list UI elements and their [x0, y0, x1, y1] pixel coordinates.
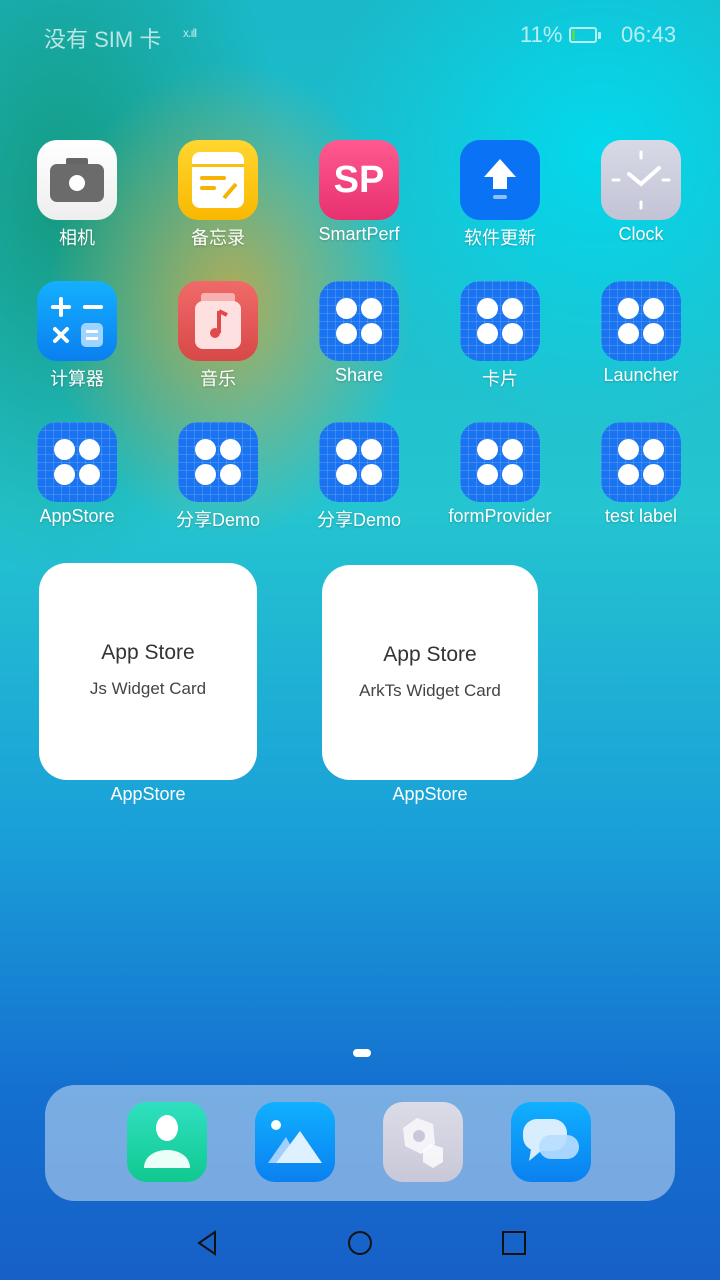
app-label: 备忘录 — [191, 228, 245, 248]
widget-label: AppStore — [110, 784, 186, 804]
smartperf-icon: SP — [319, 140, 399, 220]
battery-percent: 11% — [520, 22, 563, 47]
app-share-demo-2[interactable]: 分享Demo — [304, 422, 414, 532]
calculator-icon — [37, 281, 117, 361]
contacts-icon[interactable] — [127, 1102, 207, 1182]
app-label: Launcher — [603, 365, 679, 385]
app-share-demo-1[interactable]: 分享Demo — [163, 422, 273, 532]
app-software-update[interactable]: 软件更新 — [445, 140, 555, 250]
widget-subtitle: ArkTs Widget Card — [359, 681, 501, 700]
gallery-icon[interactable] — [255, 1102, 335, 1182]
app-default-icon — [178, 422, 258, 502]
notes-icon — [178, 140, 258, 220]
app-label: 计算器 — [50, 369, 104, 389]
app-default-icon — [601, 281, 681, 361]
app-notes[interactable]: 备忘录 — [163, 140, 273, 250]
app-launcher[interactable]: Launcher — [586, 281, 696, 386]
app-label: test label — [604, 506, 678, 526]
dock — [45, 1085, 675, 1201]
app-label: formProvider — [448, 506, 552, 526]
app-clock[interactable]: Clock — [586, 140, 696, 245]
app-default-icon — [460, 281, 540, 361]
battery-icon — [569, 27, 601, 43]
app-calculator[interactable]: 计算器 — [22, 281, 132, 391]
app-card[interactable]: 卡片 — [445, 281, 555, 391]
widget-subtitle: Js Widget Card — [89, 679, 207, 698]
app-label: 分享Demo — [175, 510, 260, 530]
widget-title: App Store — [101, 641, 195, 664]
app-camera[interactable]: 相机 — [22, 140, 132, 250]
camera-icon — [37, 140, 117, 220]
app-label: AppStore — [39, 506, 115, 526]
carrier-text: 没有 SIM 卡 — [44, 27, 162, 52]
home-icon[interactable] — [345, 1228, 375, 1258]
arkts-widget-card[interactable]: App Store ArkTs Widget Card — [322, 565, 538, 780]
app-label: SmartPerf — [318, 224, 400, 244]
update-icon — [460, 140, 540, 220]
status-bar: 没有 SIM 卡 x.ıll 11% 06:43 — [0, 20, 720, 52]
app-appstore[interactable]: AppStore — [22, 422, 132, 527]
settings-icon[interactable] — [383, 1102, 463, 1182]
widget-title: App Store — [383, 643, 477, 666]
recents-icon[interactable] — [499, 1228, 529, 1258]
app-default-icon — [460, 422, 540, 502]
app-label: 音乐 — [200, 369, 236, 389]
page-indicator[interactable] — [353, 1049, 371, 1057]
app-label: 卡片 — [482, 369, 518, 389]
signal-icon: x.ıll — [183, 26, 197, 40]
widget-label: AppStore — [392, 784, 468, 804]
music-icon — [178, 281, 258, 361]
app-test-label[interactable]: test label — [586, 422, 696, 527]
clock-time: 06:43 — [621, 22, 677, 47]
app-smartperf[interactable]: SP SmartPerf — [304, 140, 414, 245]
app-label: 相机 — [59, 228, 95, 248]
messages-icon[interactable] — [511, 1102, 591, 1182]
app-default-icon — [601, 422, 681, 502]
app-label: 软件更新 — [464, 228, 536, 248]
app-form-provider[interactable]: formProvider — [445, 422, 555, 527]
app-label: 分享Demo — [316, 510, 401, 530]
js-widget-card[interactable]: App Store Js Widget Card — [39, 563, 257, 780]
app-music[interactable]: 音乐 — [163, 281, 273, 391]
app-label: Clock — [618, 224, 664, 244]
app-default-icon — [37, 422, 117, 502]
back-icon[interactable] — [193, 1228, 223, 1258]
app-share[interactable]: Share — [304, 281, 414, 386]
app-default-icon — [319, 281, 399, 361]
app-default-icon — [319, 422, 399, 502]
clock-icon — [601, 140, 681, 220]
app-label: Share — [334, 365, 384, 385]
